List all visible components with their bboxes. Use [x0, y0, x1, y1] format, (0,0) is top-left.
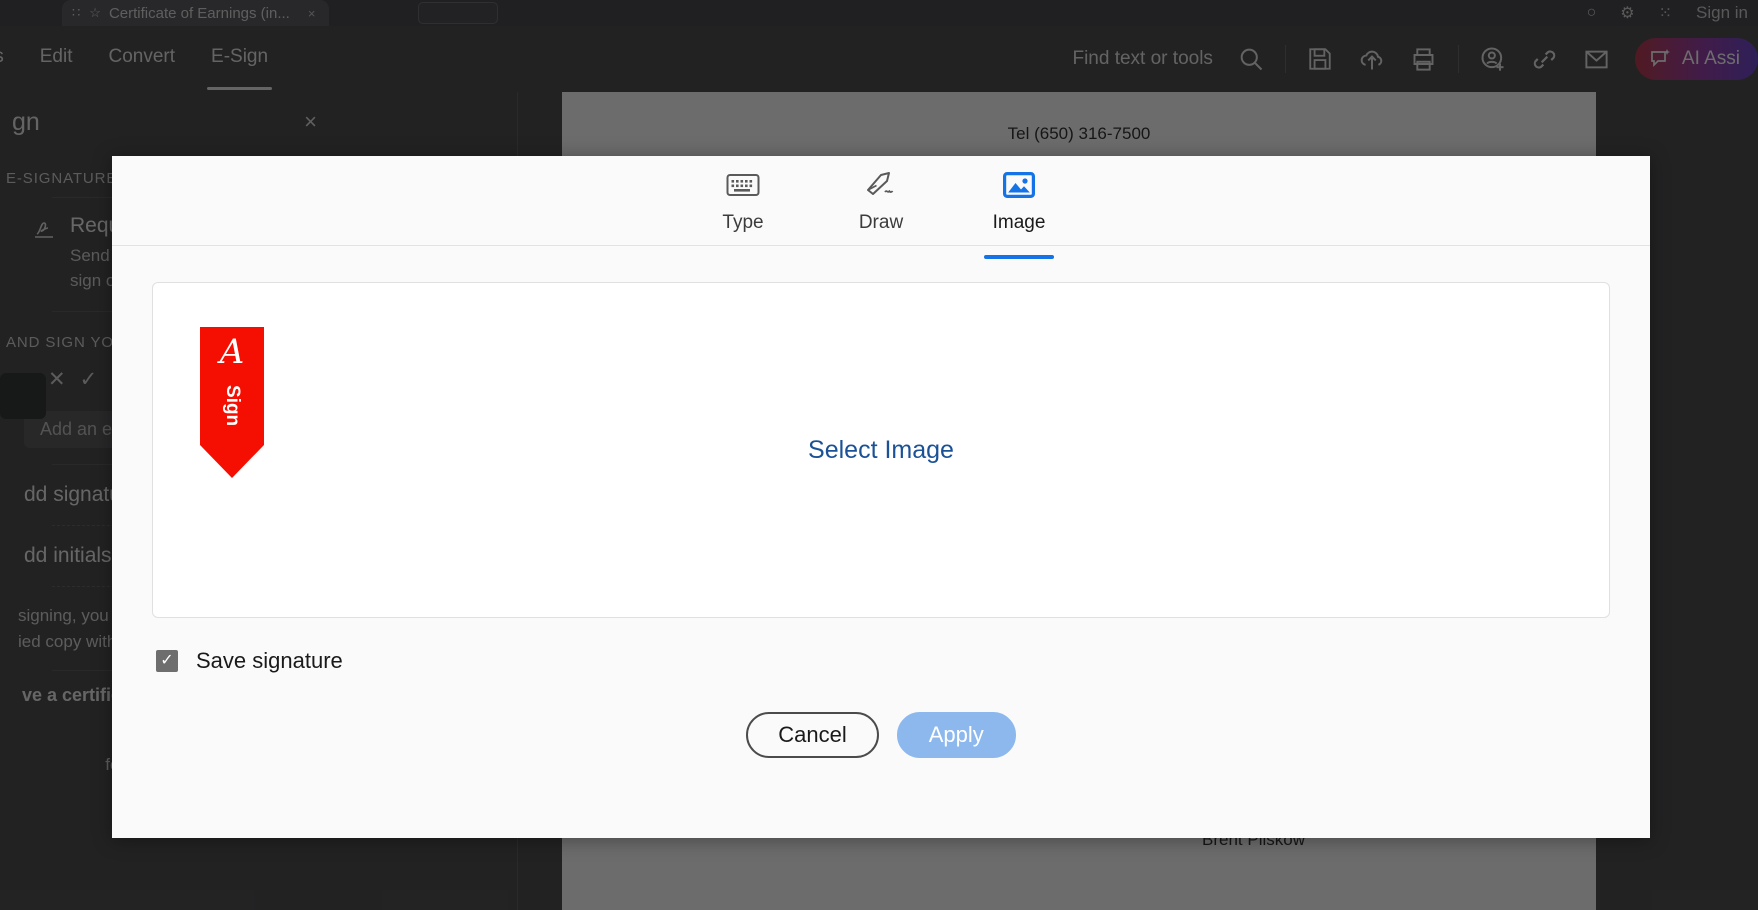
ribbon-point	[200, 445, 264, 478]
ribbon-sign-label: Sign	[222, 385, 243, 427]
tab-image-label: Image	[992, 212, 1046, 233]
select-image-link[interactable]: Select Image	[808, 436, 954, 465]
tab-type-label: Type	[722, 212, 764, 233]
tab-image[interactable]: Image	[976, 168, 1062, 259]
pen-icon	[864, 168, 898, 202]
apply-button[interactable]: Apply	[896, 712, 1016, 758]
tab-draw-label: Draw	[858, 212, 904, 233]
check-icon: ✓	[160, 652, 174, 669]
app-root: ∷ ☆ Certificate of Earnings (in... × ○ ⚙…	[0, 0, 1758, 910]
add-signature-dialog: Type Draw Image A Sign Select Image ✓ Sa…	[112, 156, 1650, 838]
cancel-button[interactable]: Cancel	[746, 712, 879, 758]
save-signature-checkbox[interactable]: ✓	[156, 650, 178, 672]
tab-draw[interactable]: Draw	[838, 168, 924, 246]
dialog-body: A Sign Select Image ✓ Save signature Can…	[112, 246, 1650, 838]
adobe-sign-ribbon-icon: A Sign	[200, 327, 264, 478]
image-dropzone[interactable]: A Sign Select Image	[152, 282, 1610, 618]
keyboard-icon	[726, 168, 760, 202]
image-icon	[1003, 168, 1035, 202]
save-signature-label: Save signature	[196, 648, 343, 673]
acrobat-logo-letter: A	[219, 332, 245, 372]
signature-mode-tabs: Type Draw Image	[112, 156, 1650, 259]
tab-type[interactable]: Type	[700, 168, 786, 246]
save-signature-row[interactable]: ✓ Save signature	[152, 618, 1610, 674]
dialog-actions: Cancel Apply	[152, 674, 1610, 786]
